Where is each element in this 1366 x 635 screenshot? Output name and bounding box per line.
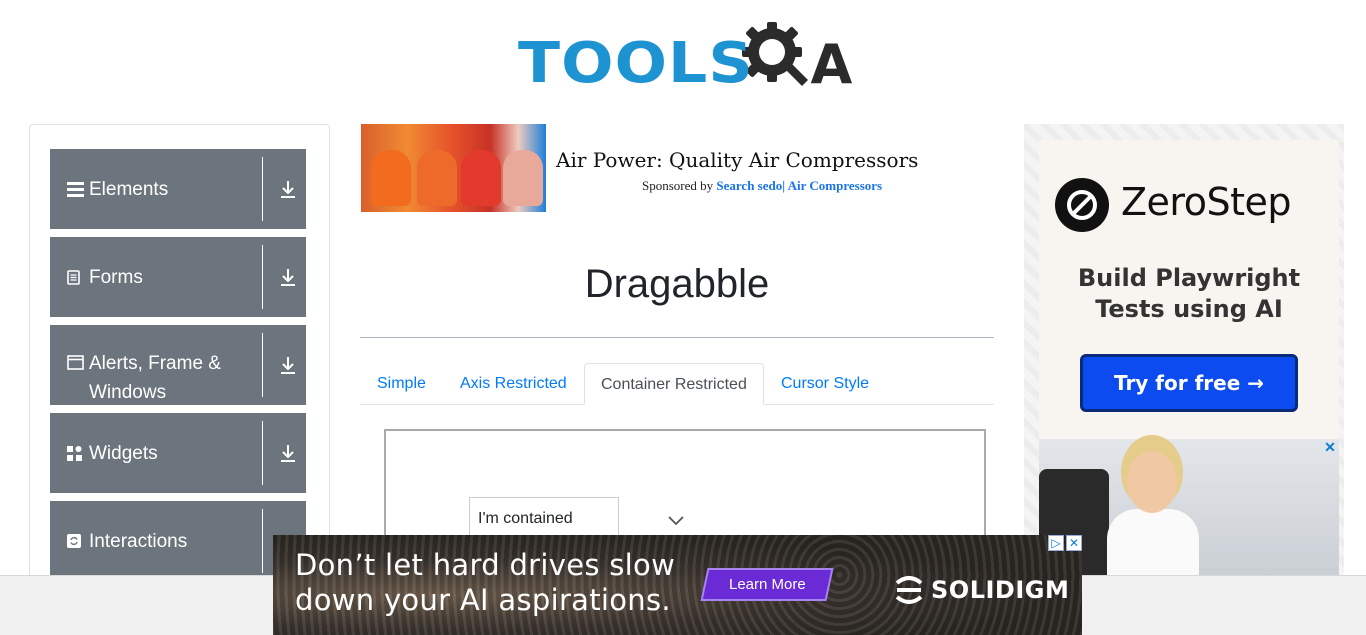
page-title: Dragabble xyxy=(584,262,770,306)
page: TOOLS A Elements Forms Alerts, Frame & W… xyxy=(0,0,1366,635)
ad-headline-2: Tests using AI xyxy=(1095,295,1283,323)
divider xyxy=(262,333,263,397)
close-ad-icon[interactable]: ✕ xyxy=(1322,439,1338,455)
sidebar: Elements Forms Alerts, Frame & Windows W… xyxy=(29,124,330,584)
sidebar-group-label: Forms xyxy=(89,266,143,288)
ad-brand: SOLIDIGM xyxy=(931,576,1070,604)
solidigm-mark-icon xyxy=(895,576,923,604)
document-icon xyxy=(67,269,89,285)
sidebar-group-widgets[interactable]: Widgets xyxy=(50,413,306,493)
ad-choices[interactable]: ▷ ✕ xyxy=(1048,535,1082,552)
ad-title[interactable]: Air Power: Quality Air Compressors xyxy=(556,148,918,172)
sidebar-group-label: Interactions xyxy=(89,530,188,552)
tab-simple[interactable]: Simple xyxy=(361,363,442,405)
ad-brand: ZeroStep xyxy=(1121,180,1291,224)
divider xyxy=(262,509,263,573)
learn-more-button[interactable]: Learn More xyxy=(700,568,834,601)
chevron-down-icon[interactable] xyxy=(667,515,685,527)
sidebar-group-label: Elements xyxy=(89,178,169,200)
window-icon xyxy=(67,349,89,370)
hamburger-icon xyxy=(67,181,89,197)
ad-sponsor-line: Sponsored by Search sedo| Air Compressor… xyxy=(642,178,882,194)
ad-info-icon[interactable]: ▷ xyxy=(1048,535,1064,551)
ad-headline-1: Build Playwright xyxy=(1077,264,1301,292)
tab-bar: Simple Axis Restricted Container Restric… xyxy=(360,363,994,405)
zerostep-logo-icon xyxy=(1055,178,1109,232)
sidebar-group-forms[interactable]: Forms xyxy=(50,237,306,317)
try-for-free-button[interactable]: Try for free → xyxy=(1080,354,1298,412)
ad-headline-2: down your AI aspirations. xyxy=(295,583,671,617)
download-arrow-icon[interactable] xyxy=(278,177,298,201)
logo-suffix: A xyxy=(810,33,853,96)
air-compressor-image xyxy=(361,124,546,212)
download-arrow-icon[interactable] xyxy=(278,353,298,377)
toolsqa-logo[interactable]: TOOLS A xyxy=(518,16,852,92)
ad-card: ZeroStep Build Playwright Tests using AI… xyxy=(1039,140,1339,439)
sidebar-group-alerts[interactable]: Alerts, Frame & Windows xyxy=(50,325,306,405)
refresh-icon xyxy=(67,534,89,548)
divider xyxy=(360,337,994,338)
sidebar-group-elements[interactable]: Elements xyxy=(50,149,306,229)
solidigm-logo: SOLIDIGM xyxy=(891,573,1069,607)
sponsor-link[interactable]: Search sedo| Air Compressors xyxy=(716,178,882,193)
sidebar-group-interactions[interactable]: Interactions xyxy=(50,501,306,581)
sidebar-group-label: Widgets xyxy=(89,442,158,464)
zerostep-ad[interactable]: ZeroStep Build Playwright Tests using AI… xyxy=(1024,124,1344,584)
close-ad-icon[interactable]: ✕ xyxy=(1066,535,1082,551)
logo-text: TOOLS xyxy=(518,31,754,96)
divider xyxy=(262,245,263,309)
sidebar-group-label: Alerts, Frame & Windows xyxy=(89,353,221,403)
tab-container-restricted[interactable]: Container Restricted xyxy=(584,363,764,405)
ad-headline-1: Don’t let hard drives slow xyxy=(295,548,676,582)
sponsored-ad-banner[interactable]: Air Power: Quality Air Compressors Spons… xyxy=(361,124,961,212)
sponsored-by-label: Sponsored by xyxy=(642,178,714,193)
learn-more-label: Learn More xyxy=(728,576,806,593)
download-arrow-icon[interactable] xyxy=(278,265,298,289)
tab-cursor-style[interactable]: Cursor Style xyxy=(765,363,885,405)
grid-icon xyxy=(67,445,89,461)
ad-photo xyxy=(1039,439,1339,584)
divider xyxy=(262,157,263,221)
tab-axis-restricted[interactable]: Axis Restricted xyxy=(444,363,583,405)
download-arrow-icon[interactable] xyxy=(278,441,298,465)
solidigm-ad[interactable]: Don’t let hard drives slow down your AI … xyxy=(273,535,1082,635)
divider xyxy=(262,421,263,485)
